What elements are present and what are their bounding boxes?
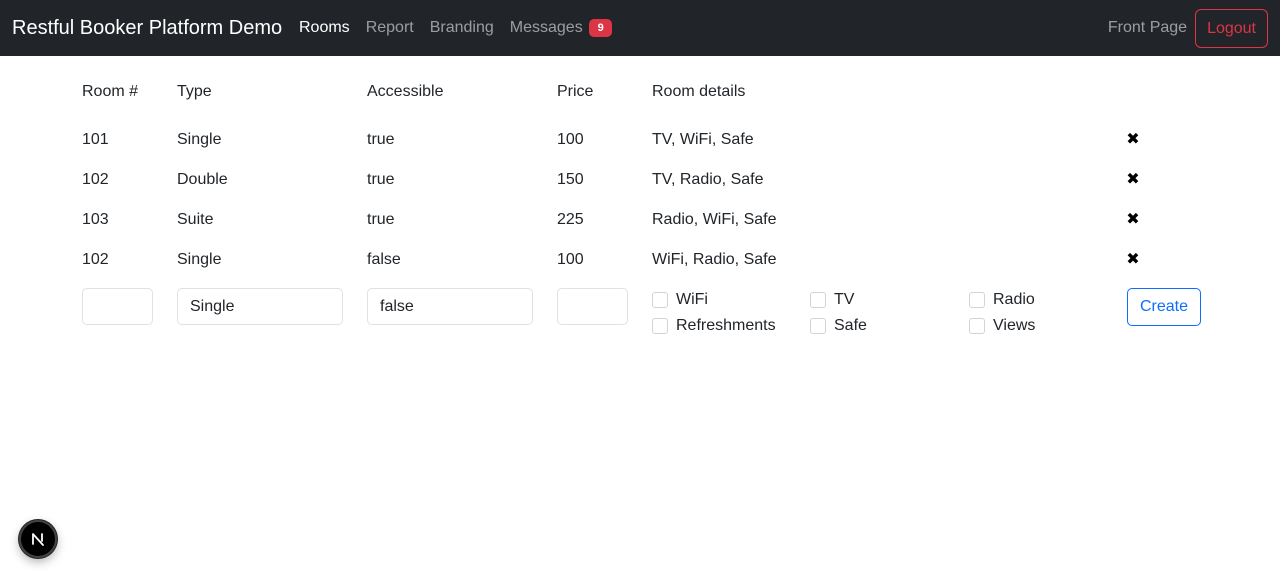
messages-count-badge: 9 xyxy=(589,19,613,37)
feature-refreshments-checkbox[interactable]: Refreshments xyxy=(652,315,776,337)
nav-links: Rooms Report Branding Messages 9 xyxy=(299,17,628,39)
room-type: Double xyxy=(177,171,228,188)
nav-link-branding[interactable]: Branding xyxy=(430,17,494,39)
feature-safe-checkbox[interactable]: Safe xyxy=(810,315,867,337)
logout-button[interactable]: Logout xyxy=(1195,8,1268,48)
nav-link-report[interactable]: Report xyxy=(366,17,414,39)
room-details: Radio, WiFi, Safe xyxy=(652,211,777,228)
nav-right: Front Page Logout xyxy=(1108,8,1268,48)
header-room-number: Room # xyxy=(82,83,139,100)
header-room-details: Room details xyxy=(652,83,746,100)
checkbox-box[interactable] xyxy=(969,318,985,334)
feature-views-label: Views xyxy=(993,317,1036,334)
room-accessible: true xyxy=(367,171,395,188)
room-number-input[interactable] xyxy=(82,288,153,325)
feature-radio-label: Radio xyxy=(993,291,1035,308)
checkbox-box[interactable] xyxy=(652,318,668,334)
room-details: TV, Radio, Safe xyxy=(652,171,764,188)
brand-title[interactable]: Restful Booker Platform Demo xyxy=(12,15,282,41)
nav-link-messages[interactable]: Messages 9 xyxy=(509,17,613,39)
room-number: 101 xyxy=(82,131,109,148)
header-price: Price xyxy=(557,83,594,100)
room-price-input[interactable] xyxy=(557,288,628,325)
nextjs-n-glyph xyxy=(32,533,44,546)
create-room-button[interactable]: Create xyxy=(1127,288,1201,326)
room-details: WiFi, Radio, Safe xyxy=(652,251,777,268)
header-type: Type xyxy=(177,83,212,100)
room-number: 103 xyxy=(82,211,109,228)
room-type: Single xyxy=(177,251,222,268)
feature-refreshments-label: Refreshments xyxy=(676,317,776,334)
room-accessible: true xyxy=(367,211,395,228)
room-price: 100 xyxy=(557,131,584,148)
room-price: 100 xyxy=(557,251,584,268)
room-type: Suite xyxy=(177,211,214,228)
room-number: 102 xyxy=(82,251,109,268)
close-x-icon[interactable]: ✖ xyxy=(1126,129,1140,151)
room-price: 225 xyxy=(557,211,584,228)
top-navbar: Restful Booker Platform Demo Rooms Repor… xyxy=(0,0,1280,56)
feature-wifi-label: WiFi xyxy=(676,291,708,308)
accessible-select[interactable]: false xyxy=(367,288,533,325)
room-price: 150 xyxy=(557,171,584,188)
close-x-icon[interactable]: ✖ xyxy=(1126,209,1140,231)
feature-wifi-checkbox[interactable]: WiFi xyxy=(652,289,708,311)
room-type: Single xyxy=(177,131,222,148)
feature-tv-checkbox[interactable]: TV xyxy=(810,289,854,311)
checkbox-box[interactable] xyxy=(810,292,826,308)
nav-link-messages-label: Messages xyxy=(509,19,583,36)
close-x-icon[interactable]: ✖ xyxy=(1126,169,1140,191)
front-page-link[interactable]: Front Page xyxy=(1108,19,1187,37)
checkbox-box[interactable] xyxy=(652,292,668,308)
room-type-select[interactable]: Single xyxy=(177,288,343,325)
room-details: TV, WiFi, Safe xyxy=(652,131,754,148)
room-accessible: false xyxy=(367,251,401,268)
feature-views-checkbox[interactable]: Views xyxy=(969,315,1035,337)
feature-safe-label: Safe xyxy=(834,317,867,334)
nextjs-logo-icon[interactable] xyxy=(19,520,57,558)
header-accessible: Accessible xyxy=(367,83,444,100)
room-accessible: true xyxy=(367,131,395,148)
room-number: 102 xyxy=(82,171,109,188)
checkbox-box[interactable] xyxy=(810,318,826,334)
feature-tv-label: TV xyxy=(834,291,855,308)
close-x-icon[interactable]: ✖ xyxy=(1126,249,1140,271)
checkbox-box[interactable] xyxy=(969,292,985,308)
nav-link-rooms[interactable]: Rooms xyxy=(299,17,350,39)
feature-radio-checkbox[interactable]: Radio xyxy=(969,289,1035,311)
